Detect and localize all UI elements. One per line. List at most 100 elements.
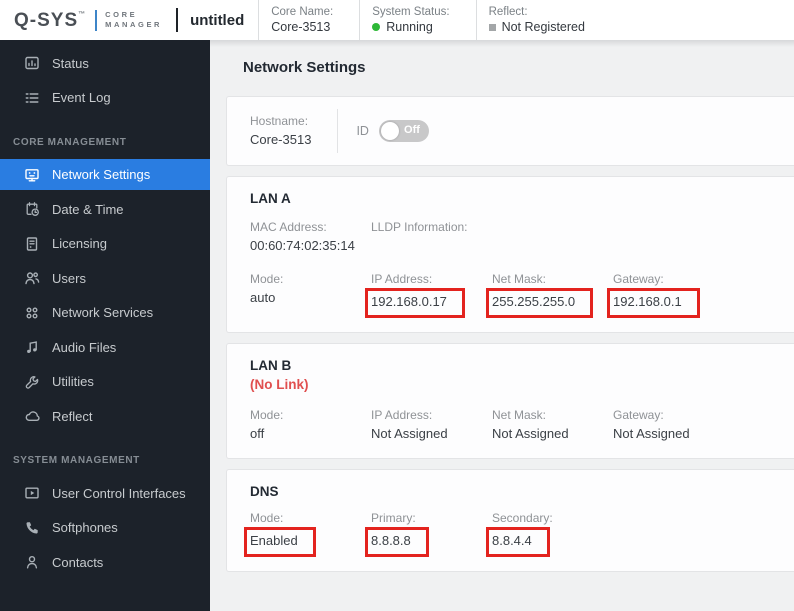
core-name-block: Core Name: Core-3513	[258, 0, 345, 40]
main-content: Network Settings Hostname: Core-3513 ID …	[210, 40, 794, 611]
annotation-box: 8.8.8.8	[365, 527, 429, 557]
sidebar-item-label: Event Log	[52, 90, 111, 105]
dns-secondary-field: Secondary: 8.8.4.4	[483, 509, 780, 557]
core-name-label: Core Name:	[271, 6, 334, 18]
softphones-phone-icon	[24, 520, 40, 536]
lan-b-netmask-field: Net Mask: Not Assigned	[492, 408, 569, 441]
mac-address-label: MAC Address:	[250, 220, 327, 234]
system-status-value: Running	[372, 19, 449, 35]
network-settings-icon	[24, 167, 40, 183]
id-label: ID	[356, 124, 369, 138]
contacts-person-icon	[24, 554, 40, 570]
lan-a-card: LAN A MAC Address: 00:60:74:02:35:14 LLD…	[226, 176, 794, 333]
id-toggle[interactable]: Off	[378, 120, 429, 142]
system-status-block: System Status: Running	[359, 0, 461, 40]
sidebar-item-label: Status	[52, 55, 89, 71]
toggle-state-label: Off	[404, 124, 420, 136]
mac-address-value: 00:60:74:02:35:14	[250, 238, 355, 253]
sidebar-item-network-services[interactable]: Network Services	[0, 297, 210, 328]
dns-fields-row: Mode: Enabled Primary: 8.8.8.8 Secondary…	[241, 509, 780, 557]
core-name-value: Core-3513	[271, 20, 331, 34]
annotation-box: Enabled	[244, 527, 316, 557]
annotation-box: 192.168.0.1	[607, 288, 700, 318]
reflect-status-marker	[488, 23, 496, 31]
licensing-icon	[24, 236, 40, 252]
page-title: Network Settings	[243, 59, 366, 76]
dns-title: DNS	[250, 484, 279, 499]
vertical-divider	[337, 109, 339, 153]
hostname-value: Core-3513	[250, 132, 312, 147]
lan-b-no-link-status: (No Link)	[250, 377, 309, 392]
sidebar-section-system-management: SYSTEM MANAGEMENT	[13, 455, 140, 466]
sidebar-section-core-management: CORE MANAGEMENT	[13, 136, 127, 148]
lldp-label: LLDP Information:	[371, 220, 468, 234]
lan-b-fields-row: Mode: off IP Address: Not Assigned Net M…	[241, 406, 780, 444]
sidebar-item-label: Contacts	[52, 554, 104, 570]
network-services-icon	[24, 305, 40, 321]
utilities-icon	[24, 374, 40, 390]
sidebar-item-softphones[interactable]: Softphones	[0, 512, 210, 543]
sidebar-item-label: Date & Time	[52, 201, 124, 217]
design-name: untitled	[190, 11, 245, 29]
sidebar-item-label: Reflect	[52, 408, 93, 424]
lldp-field: LLDP Information:	[362, 218, 780, 256]
user-control-interfaces-icon	[24, 485, 40, 501]
sidebar-item-label: Licensing	[52, 236, 107, 251]
sidebar-item-label: User Control Interfaces	[52, 485, 186, 501]
reflect-cloud-icon	[24, 408, 40, 424]
lan-b-mode-field: Mode: off	[250, 408, 284, 441]
audio-files-icon	[24, 339, 40, 355]
top-bar: Q-SYS™ CORE MANAGER untitled Core Name: …	[0, 0, 794, 40]
lan-b-ip-field: IP Address: Not Assigned	[371, 408, 448, 441]
reflect-block: Reflect: Not Registered	[475, 0, 597, 40]
sidebar-item-reflect[interactable]: Reflect	[0, 401, 210, 432]
users-icon	[24, 270, 40, 286]
product-name: CORE MANAGER	[105, 9, 163, 29]
reflect-value: Not Registered	[488, 19, 585, 35]
topbar-dark-separator	[176, 8, 179, 32]
lan-a-ip-field: IP Address: 192.168.0.17	[362, 270, 483, 318]
sidebar-item-label: Utilities	[52, 374, 94, 389]
sidebar-item-contacts[interactable]: Contacts	[0, 547, 210, 578]
sidebar-item-event-log[interactable]: Event Log	[0, 82, 210, 113]
annotation-box: 192.168.0.17	[365, 288, 465, 318]
sidebar-item-network-settings[interactable]: Network Settings	[0, 159, 210, 190]
date-time-icon	[24, 201, 40, 217]
logo-divider	[95, 9, 98, 31]
lan-b-title: LAN B	[250, 358, 292, 373]
status-icon	[24, 55, 40, 71]
reflect-label: Reflect:	[488, 6, 528, 18]
dns-mode-field: Mode: Enabled	[241, 509, 362, 557]
sidebar-item-label: Network Services	[52, 305, 154, 320]
brand-text: Q-SYS™	[14, 9, 87, 31]
sidebar-item-label: Network Settings	[52, 167, 151, 182]
dns-primary-field: Primary: 8.8.8.8	[362, 509, 483, 557]
hostname-block: Hostname: Core-3513	[241, 112, 337, 150]
lan-a-mac-row: MAC Address: 00:60:74:02:35:14 LLDP Info…	[241, 218, 780, 256]
toggle-knob	[380, 122, 399, 140]
lan-a-netmask-field: Net Mask: 255.255.255.0	[483, 270, 604, 318]
sidebar-item-audio-files[interactable]: Audio Files	[0, 332, 210, 363]
annotation-box: 8.8.4.4	[486, 527, 550, 557]
hostname-card: Hostname: Core-3513 ID Off	[226, 96, 794, 166]
lan-a-title: LAN A	[250, 191, 291, 206]
sidebar-item-utilities[interactable]: Utilities	[0, 366, 210, 397]
dns-card: DNS Mode: Enabled Primary: 8.8.8.8 Secon…	[226, 469, 794, 572]
lan-b-gateway-field: Gateway: Not Assigned	[613, 408, 690, 441]
hostname-label: Hostname:	[250, 114, 309, 128]
sidebar-item-label: Users	[52, 270, 86, 286]
sidebar-item-user-control-interfaces[interactable]: User Control Interfaces	[0, 478, 210, 509]
event-log-icon	[24, 90, 40, 106]
sidebar-item-status[interactable]: Status	[0, 48, 210, 79]
lan-a-fields-row: Mode: auto IP Address: 192.168.0.17 Net …	[241, 270, 780, 318]
sidebar-item-date-time[interactable]: Date & Time	[0, 194, 210, 225]
qsys-logo: Q-SYS™ CORE MANAGER	[0, 0, 162, 40]
sidebar-item-licensing[interactable]: Licensing	[0, 228, 210, 259]
lan-a-mode-field: Mode: auto	[250, 272, 284, 305]
sidebar-item-label: Audio Files	[52, 339, 117, 355]
mac-address-field: MAC Address: 00:60:74:02:35:14	[241, 218, 362, 256]
trademark: ™	[78, 10, 87, 18]
annotation-box: 255.255.255.0	[486, 288, 594, 318]
status-running-dot	[372, 23, 381, 31]
sidebar-item-users[interactable]: Users	[0, 263, 210, 294]
